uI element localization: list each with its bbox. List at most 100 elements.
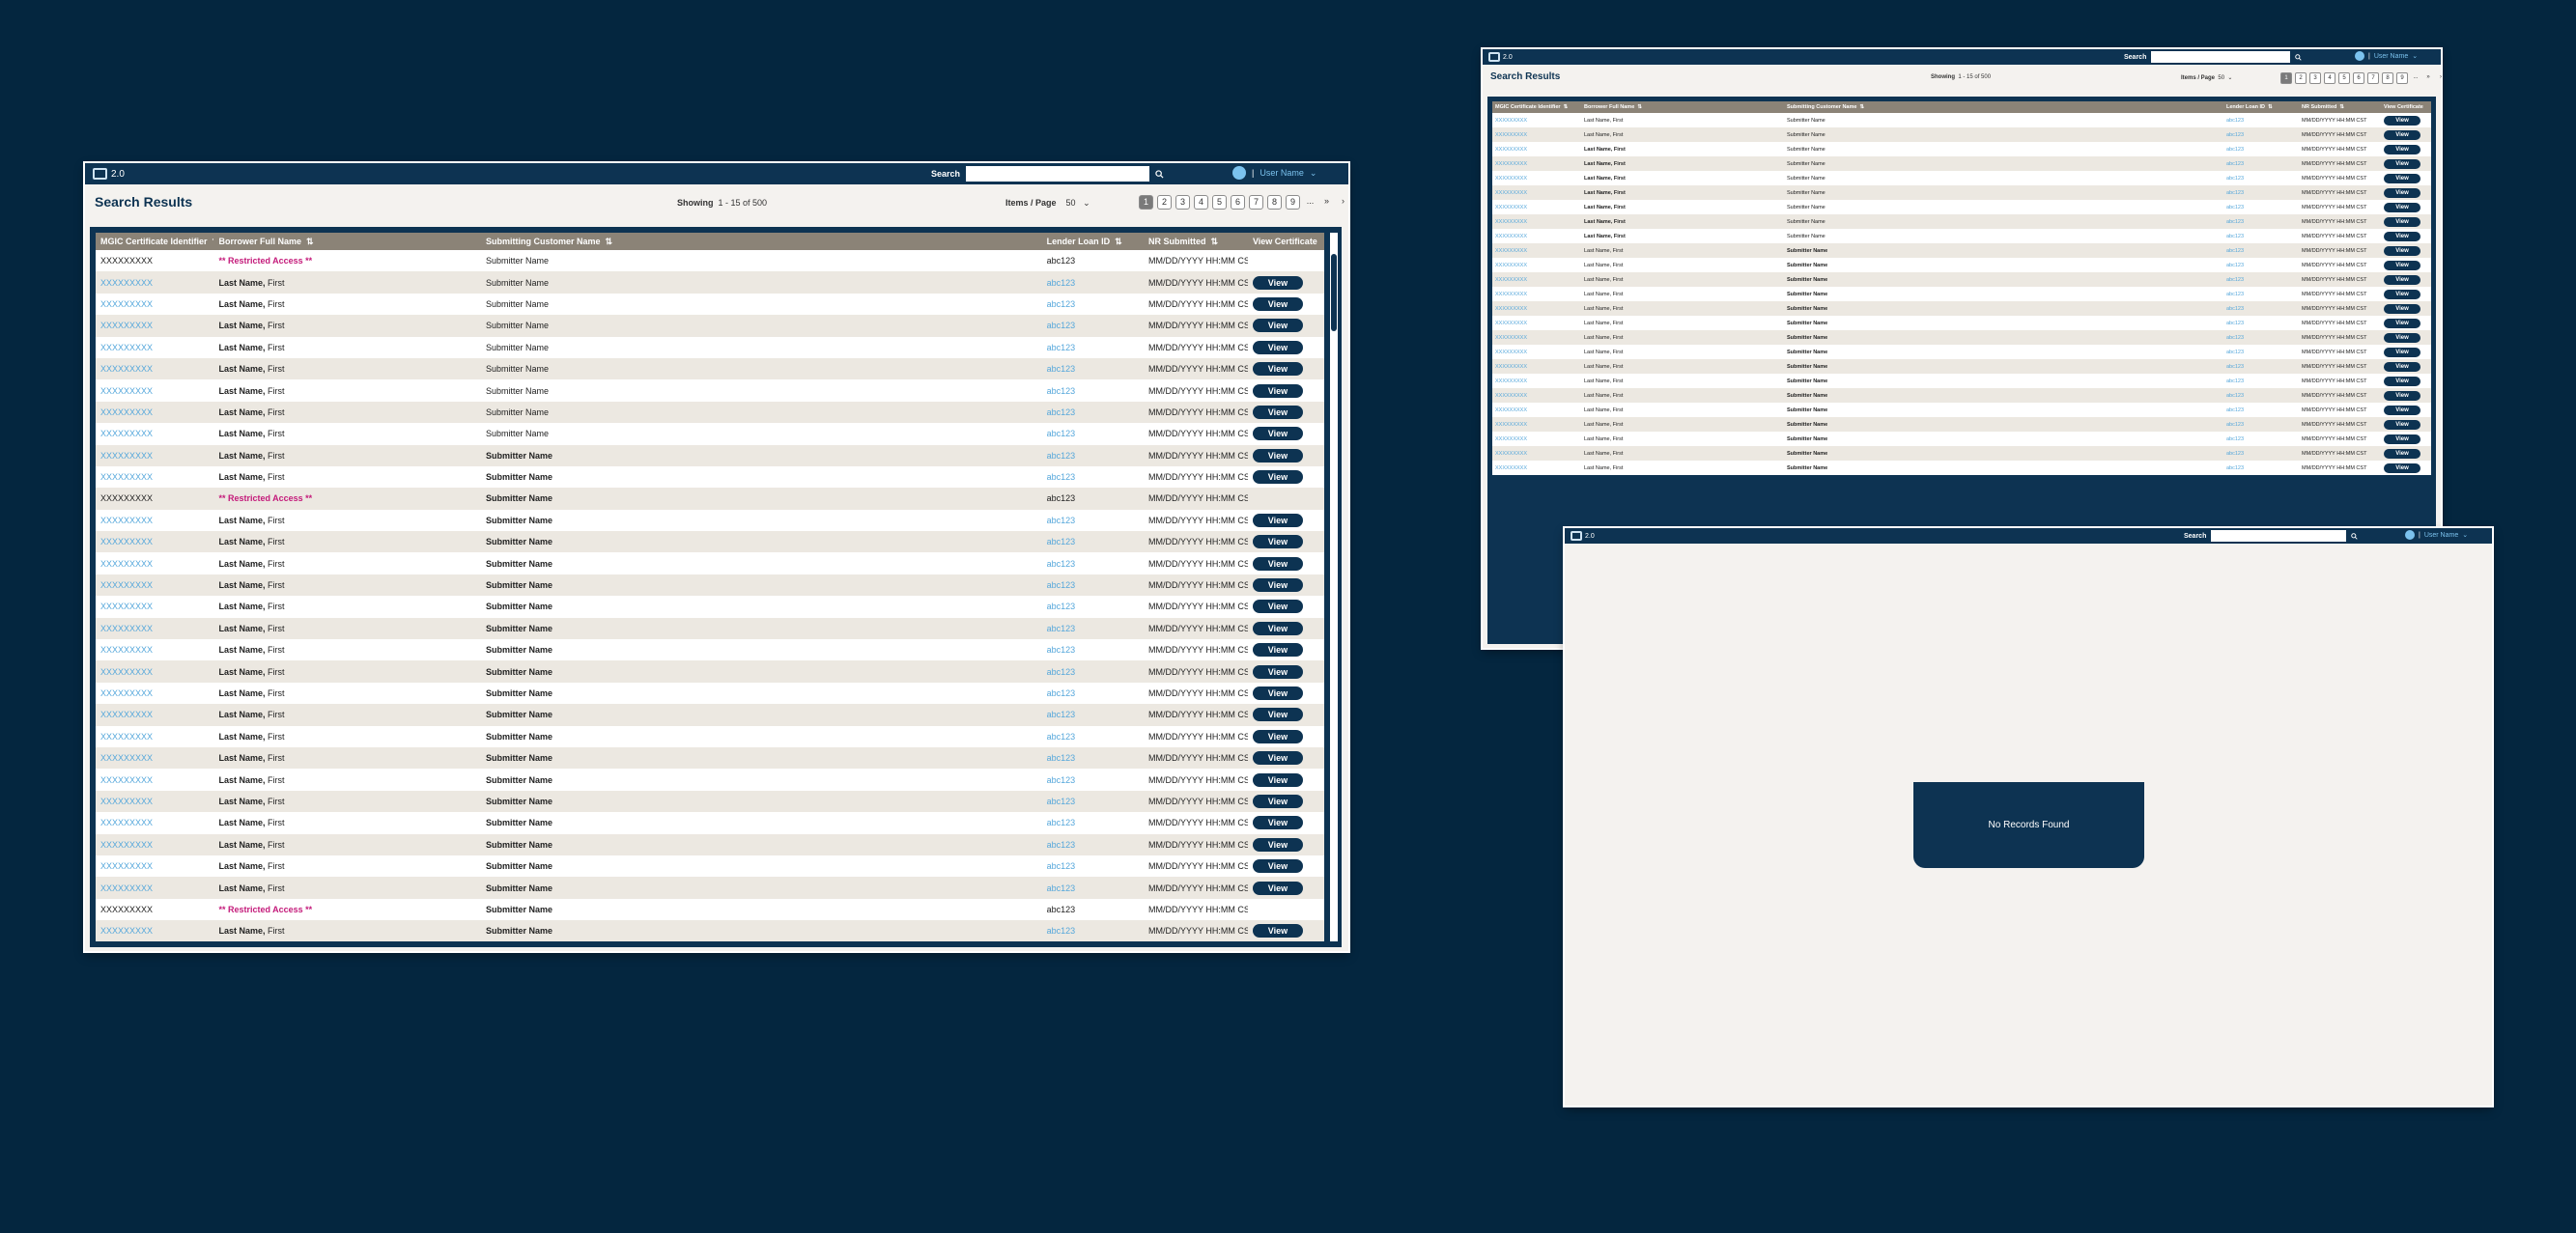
certificate-id[interactable]: XXXXXXXXX <box>96 682 214 705</box>
certificate-id[interactable]: XXXXXXXXX <box>96 746 214 770</box>
lender-loan-id[interactable]: abc123 <box>1041 465 1144 489</box>
items-per-page-value[interactable]: 50 <box>1066 198 1076 208</box>
certificate-id[interactable]: XXXXXXXXX <box>96 293 214 316</box>
lender-loan-id[interactable]: abc123 <box>1041 552 1144 574</box>
search-input[interactable] <box>2151 51 2291 63</box>
lender-loan-id[interactable]: abc123 <box>2223 345 2299 359</box>
column-header[interactable]: NR Submitted ⇅ <box>1143 233 1248 250</box>
page-button[interactable]: ... <box>2411 72 2420 82</box>
view-certificate-button[interactable]: View <box>2384 187 2420 198</box>
view-certificate-button[interactable]: View <box>1252 535 1303 549</box>
view-certificate-button[interactable]: View <box>1252 837 1303 852</box>
lender-loan-id[interactable]: abc123 <box>2223 185 2299 200</box>
app-logo[interactable]: 2.0 <box>93 168 125 180</box>
view-certificate-button[interactable]: View <box>1252 513 1303 527</box>
page-button[interactable]: 2 <box>1157 195 1172 210</box>
page-button[interactable]: 8 <box>2382 72 2393 84</box>
certificate-id[interactable]: XXXXXXXXX <box>1492 185 1581 200</box>
certificate-id[interactable]: XXXXXXXXX <box>1492 461 1581 475</box>
lender-loan-id[interactable]: abc123 <box>2223 316 2299 330</box>
lender-loan-id[interactable]: abc123 <box>1041 855 1144 878</box>
view-certificate-button[interactable]: View <box>1252 859 1303 874</box>
page-button[interactable]: 3 <box>2309 72 2321 84</box>
view-certificate-button[interactable]: View <box>1252 340 1303 354</box>
page-button[interactable]: 4 <box>2324 72 2335 84</box>
certificate-id[interactable]: XXXXXXXXX <box>1492 229 1581 243</box>
certificate-id[interactable]: XXXXXXXXX <box>96 465 214 489</box>
certificate-id[interactable]: XXXXXXXXX <box>1492 374 1581 388</box>
certificate-id[interactable]: XXXXXXXXX <box>1492 142 1581 156</box>
view-certificate-button[interactable]: View <box>1252 816 1303 830</box>
column-header[interactable]: Borrower Full Name ⇅ <box>1581 101 1784 113</box>
lender-loan-id[interactable]: abc123 <box>2223 243 2299 258</box>
sort-icon[interactable]: ⇅ <box>2265 104 2273 110</box>
view-certificate-button[interactable]: View <box>2384 129 2420 140</box>
certificate-id[interactable]: XXXXXXXXX <box>96 812 214 834</box>
view-certificate-button[interactable]: View <box>2384 434 2420 444</box>
certificate-id[interactable]: XXXXXXXXX <box>1492 156 1581 171</box>
lender-loan-id[interactable]: abc123 <box>2223 461 2299 475</box>
sort-icon[interactable]: ⇅ <box>1634 104 1642 110</box>
certificate-id[interactable]: XXXXXXXXX <box>1492 316 1581 330</box>
certificate-id[interactable]: XXXXXXXXX <box>1492 214 1581 229</box>
lender-loan-id[interactable]: abc123 <box>1041 769 1144 791</box>
search-input[interactable] <box>966 166 1150 182</box>
view-certificate-button[interactable]: View <box>2384 274 2420 285</box>
sort-icon[interactable]: ⇅ <box>2336 104 2344 110</box>
view-certificate-button[interactable]: View <box>1252 664 1303 679</box>
lender-loan-id[interactable]: abc123 <box>1041 682 1144 705</box>
certificate-id[interactable]: XXXXXXXXX <box>96 379 214 402</box>
page-button[interactable]: » <box>2423 72 2433 82</box>
app-logo[interactable]: 2.0 <box>1488 52 1513 62</box>
view-certificate-button[interactable]: View <box>1252 296 1303 311</box>
page-button[interactable]: › <box>2436 72 2446 82</box>
column-header[interactable]: Lender Loan ID ⇅ <box>1041 233 1144 250</box>
items-per-page-value[interactable]: 50 <box>2218 75 2224 81</box>
view-certificate-button[interactable]: View <box>2384 202 2420 212</box>
sort-icon[interactable]: ⇅ <box>1205 237 1218 247</box>
column-header[interactable]: Lender Loan ID ⇅ <box>2223 101 2299 113</box>
lender-loan-id[interactable]: abc123 <box>2223 374 2299 388</box>
view-certificate-button[interactable]: View <box>1252 470 1303 485</box>
lender-loan-id[interactable]: abc123 <box>1041 833 1144 855</box>
certificate-id[interactable]: XXXXXXXXX <box>1492 388 1581 403</box>
lender-loan-id[interactable]: abc123 <box>2223 171 2299 185</box>
certificate-id[interactable]: XXXXXXXXX <box>96 509 214 532</box>
lender-loan-id[interactable]: abc123 <box>2223 330 2299 345</box>
certificate-id[interactable]: XXXXXXXXX <box>96 423 214 445</box>
certificate-id[interactable]: XXXXXXXXX <box>1492 403 1581 417</box>
certificate-id[interactable]: XXXXXXXXX <box>1492 113 1581 127</box>
view-certificate-button[interactable]: View <box>1252 708 1303 722</box>
lender-loan-id[interactable]: abc123 <box>2223 446 2299 461</box>
lender-loan-id[interactable]: abc123 <box>2223 258 2299 272</box>
column-header[interactable]: View Certificate <box>2381 101 2431 113</box>
view-certificate-button[interactable]: View <box>2384 419 2420 430</box>
lender-loan-id[interactable]: abc123 <box>1041 574 1144 597</box>
column-header[interactable]: View Certificate <box>1247 233 1324 250</box>
certificate-id[interactable]: XXXXXXXXX <box>96 401 214 424</box>
lender-loan-id[interactable]: abc123 <box>2223 229 2299 243</box>
view-certificate-button[interactable]: View <box>1252 621 1303 635</box>
certificate-id[interactable]: XXXXXXXXX <box>1492 200 1581 214</box>
page-button[interactable]: » <box>1320 195 1333 208</box>
certificate-id[interactable]: XXXXXXXXX <box>1492 127 1581 142</box>
items-per-page[interactable]: Items / Page 50 ⌄ <box>2181 74 2232 81</box>
lender-loan-id[interactable]: abc123 <box>1041 293 1144 316</box>
page-button[interactable]: 7 <box>1249 195 1263 210</box>
sort-icon[interactable]: ⇅ <box>600 237 612 247</box>
lender-loan-id[interactable]: abc123 <box>1041 617 1144 640</box>
page-button[interactable]: 6 <box>2353 72 2364 84</box>
certificate-id[interactable]: XXXXXXXXX <box>1492 330 1581 345</box>
view-certificate-button[interactable]: View <box>1252 319 1303 333</box>
page-button[interactable]: 7 <box>2367 72 2379 84</box>
lender-loan-id[interactable]: abc123 <box>2223 432 2299 446</box>
scrollbar[interactable] <box>1330 233 1338 941</box>
column-header[interactable]: Borrower Full Name ⇅ <box>213 233 481 250</box>
lender-loan-id[interactable]: abc123 <box>2223 301 2299 316</box>
lender-loan-id[interactable]: abc123 <box>1041 920 1144 941</box>
lender-loan-id[interactable]: abc123 <box>1041 877 1144 899</box>
certificate-id[interactable]: XXXXXXXXX <box>96 531 214 553</box>
search-icon[interactable] <box>2351 532 2358 540</box>
page-button[interactable]: 6 <box>1231 195 1245 210</box>
certificate-id[interactable]: XXXXXXXXX <box>96 357 214 380</box>
